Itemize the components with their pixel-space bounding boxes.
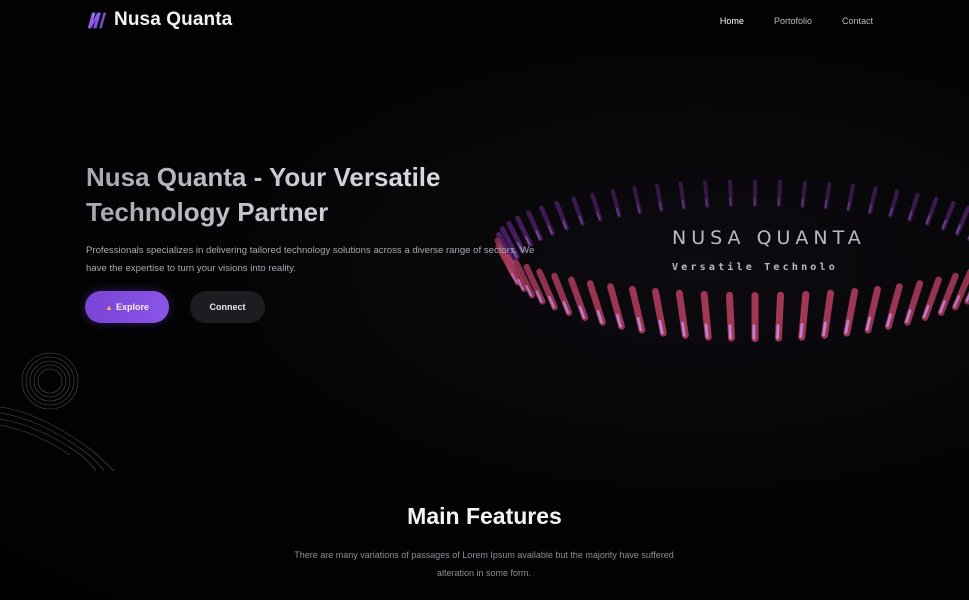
swirl-decoration xyxy=(0,352,115,472)
ring-slat xyxy=(843,288,859,337)
ring-slat xyxy=(675,289,689,339)
rocket-icon: ▲ xyxy=(105,302,113,312)
ring-slat xyxy=(798,290,810,341)
hero-title-line2: Technology Partner xyxy=(86,197,329,227)
ring-slat xyxy=(632,186,643,215)
ring-slat xyxy=(728,179,734,208)
ring-slat xyxy=(678,181,686,210)
ring-slat xyxy=(590,192,603,222)
ring-slat xyxy=(821,289,835,339)
ring-slat xyxy=(864,285,881,334)
ring-slat xyxy=(774,291,785,342)
ring-slat xyxy=(823,181,832,210)
ring-slat xyxy=(955,205,969,236)
features-title: Main Features xyxy=(407,503,562,529)
hero-description: Professionals specializes in delivering … xyxy=(86,245,535,274)
ring-slat xyxy=(700,290,712,341)
connect-button[interactable]: Connect xyxy=(190,291,265,323)
ring-slat xyxy=(554,200,569,231)
nav-portofolio[interactable]: Portofolio xyxy=(774,16,812,26)
ring-slat xyxy=(800,180,807,208)
ring-slat xyxy=(941,200,956,231)
artwork-overlay-subtitle: Versatile Technolo xyxy=(672,262,838,273)
artwork-overlay-title: NUSA QUANTA xyxy=(672,227,866,249)
ring-slat xyxy=(925,196,939,226)
hero-title: Nusa Quanta - Your Versatile Technology … xyxy=(86,160,556,230)
hero-title-line1: Nusa Quanta - Your Versatile xyxy=(86,162,441,192)
connect-label: Connect xyxy=(209,302,246,312)
ring-slat xyxy=(904,280,924,326)
ring-slat xyxy=(725,291,736,342)
ring-slat xyxy=(651,288,667,337)
brand-home-link[interactable]: Nusa Quanta xyxy=(86,9,232,31)
ring-slat xyxy=(703,180,710,208)
features-description: There are many variations of passages of… xyxy=(294,550,674,578)
nav-contact[interactable]: Contact xyxy=(842,16,873,26)
ring-slat xyxy=(586,280,606,326)
ring-slat xyxy=(751,292,759,342)
main-nav: Home Portofolio Contact xyxy=(720,16,873,26)
explore-label: Explore xyxy=(115,302,149,312)
brand-name: Nusa Quanta xyxy=(114,9,233,30)
ring-slat xyxy=(655,183,664,212)
ring-slat xyxy=(888,189,900,218)
nav-home[interactable]: Home xyxy=(720,16,744,26)
landing-page: Nusa Quanta Home Portofolio Contact NUSA… xyxy=(0,0,969,600)
ring-slat xyxy=(610,189,622,218)
ring-slat xyxy=(867,186,878,215)
ring-slat xyxy=(846,183,855,212)
ring-slat xyxy=(607,283,625,330)
site-header: Nusa Quanta Home Portofolio Contact xyxy=(0,0,969,44)
ring-slat xyxy=(753,179,757,207)
explore-button[interactable]: ▲ Explore xyxy=(85,291,169,323)
nq-logo-icon xyxy=(87,12,107,28)
ring-slat xyxy=(907,192,920,222)
ring-slat xyxy=(884,283,903,330)
ring-slat xyxy=(777,179,783,208)
ring-slat xyxy=(629,285,646,334)
ring-slat xyxy=(571,196,585,226)
